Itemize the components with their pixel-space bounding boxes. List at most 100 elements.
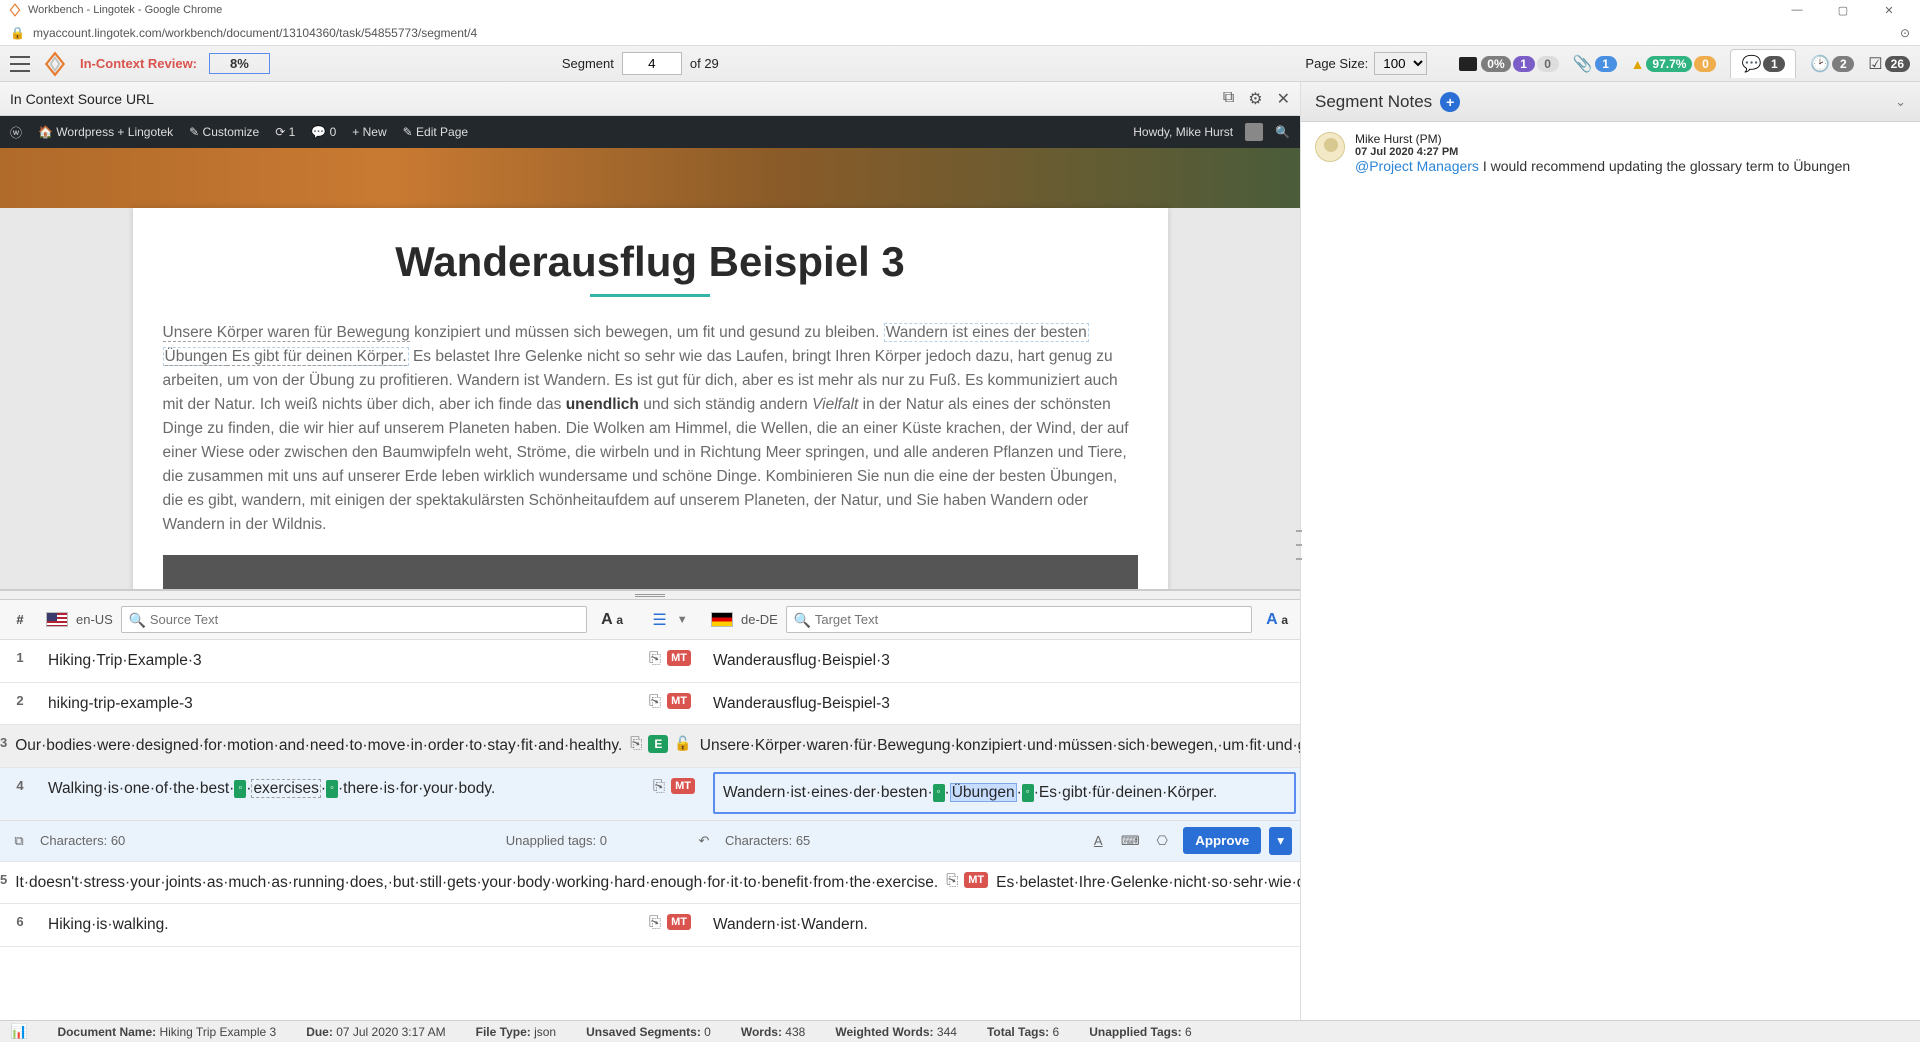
wp-search-icon[interactable]: 🔍 bbox=[1275, 125, 1290, 139]
mt-badge: MT bbox=[667, 914, 691, 930]
in-context-preview[interactable]: ⓦ 🏠 Wordpress + Lingotek ✎ Customize ⟳ 1… bbox=[0, 116, 1300, 590]
target-cell[interactable]: Unsere·Körper·waren·für·Bewegung·konzipi… bbox=[692, 725, 1300, 767]
undo-icon[interactable]: ↶ bbox=[693, 830, 715, 852]
wp-avatar[interactable] bbox=[1245, 123, 1263, 141]
notes-title: Segment Notes bbox=[1315, 92, 1432, 112]
wp-admin-bar: ⓦ 🏠 Wordpress + Lingotek ✎ Customize ⟳ 1… bbox=[0, 116, 1300, 148]
source-locale: en-US bbox=[76, 612, 113, 627]
tm-icon[interactable]: ⎘ bbox=[946, 872, 958, 889]
segments-grid[interactable]: 1 Hiking·Trip·Example·3 ⎘MT Wanderausflu… bbox=[0, 640, 1300, 1020]
body-paragraph: Unsere Körper waren für Bewegung konzipi… bbox=[163, 321, 1138, 537]
segment-number-input[interactable] bbox=[622, 52, 682, 75]
gear-icon[interactable]: ⚙ bbox=[1248, 89, 1262, 109]
wp-edit-page[interactable]: ✎ Edit Page bbox=[403, 125, 468, 139]
open-external-icon[interactable]: ⧉ bbox=[1223, 89, 1234, 109]
tags-icon[interactable]: ⎔ bbox=[1151, 830, 1173, 852]
segment-row[interactable]: 5 It·doesn't·stress·your·joints·as·much·… bbox=[0, 862, 1300, 905]
wp-logo-icon[interactable]: ⓦ bbox=[10, 124, 22, 141]
wp-site-name[interactable]: 🏠 Wordpress + Lingotek bbox=[38, 125, 173, 139]
url-text[interactable]: myaccount.lingotek.com/workbench/documen… bbox=[33, 26, 1900, 40]
tm-icon[interactable]: ⎘ bbox=[630, 735, 642, 752]
note-item[interactable]: Mike Hurst (PM) 07 Jul 2020 4:27 PM @Pro… bbox=[1301, 122, 1920, 184]
segment-row-active[interactable]: 4 Walking·is·one·of·the·best·◦·exercises… bbox=[0, 768, 1300, 862]
close-context-icon[interactable]: ✕ bbox=[1277, 89, 1290, 109]
target-cell[interactable]: Wanderausflug-Beispiel-3 bbox=[705, 683, 1300, 725]
menu-button[interactable] bbox=[10, 56, 30, 72]
camera-icon bbox=[1459, 57, 1477, 71]
page-size-select[interactable]: 100 bbox=[1374, 52, 1427, 75]
column-number-header[interactable]: # bbox=[0, 612, 40, 627]
wp-new[interactable]: + New bbox=[352, 125, 386, 139]
source-search-input[interactable] bbox=[121, 606, 587, 633]
mt-badge: MT bbox=[667, 650, 691, 666]
stats-icon[interactable]: 📊 bbox=[10, 1023, 27, 1040]
target-cell[interactable]: Wandern·ist·Wandern. bbox=[705, 904, 1300, 946]
add-note-button[interactable]: + bbox=[1440, 92, 1460, 112]
tag-open-icon[interactable]: ◦ bbox=[234, 780, 246, 797]
format-icon[interactable]: A bbox=[1087, 830, 1109, 852]
tm-icon[interactable]: ⎘ bbox=[649, 914, 661, 931]
target-editor[interactable]: Wandern·ist·eines·der·besten·◦·Übungen·◦… bbox=[713, 772, 1296, 814]
tag-close-icon[interactable]: ◦ bbox=[1022, 784, 1034, 801]
lingotek-logo-icon[interactable] bbox=[42, 51, 68, 77]
chat-icon: 💬 bbox=[1741, 54, 1761, 74]
maximize-button[interactable]: ▢ bbox=[1820, 0, 1866, 20]
filter-icon[interactable]: ☰ bbox=[652, 610, 666, 630]
tag-close-icon[interactable]: ◦ bbox=[326, 780, 338, 797]
segment-total: of 29 bbox=[690, 56, 719, 71]
keyboard-icon[interactable]: ⌨ bbox=[1119, 830, 1141, 852]
approved-pill[interactable]: ☑ 26 bbox=[1868, 54, 1910, 74]
segment-row[interactable]: 1 Hiking·Trip·Example·3 ⎘MT Wanderausflu… bbox=[0, 640, 1300, 683]
target-search-input[interactable] bbox=[786, 606, 1252, 633]
note-timestamp: 07 Jul 2020 4:27 PM bbox=[1355, 146, 1906, 158]
attachments-pill[interactable]: 📎 1 bbox=[1573, 54, 1617, 74]
segment-row[interactable]: 6 Hiking·is·walking. ⎘MT Wandern·ist·Wan… bbox=[0, 904, 1300, 947]
vertical-splitter[interactable] bbox=[1296, 530, 1302, 560]
tm-icon[interactable]: ⎘ bbox=[649, 693, 661, 710]
segment-row-locked[interactable]: 3 Our·bodies·were·designed·for·motion·an… bbox=[0, 725, 1300, 768]
approve-dropdown[interactable]: ▾ bbox=[1269, 827, 1292, 855]
target-cell[interactable]: Wanderausflug·Beispiel·3 bbox=[705, 640, 1300, 682]
notes-panel: Segment Notes + ⌄ Mike Hurst (PM) 07 Jul… bbox=[1300, 82, 1920, 1020]
tm-icon[interactable]: ⎘ bbox=[649, 650, 661, 667]
history-pill[interactable]: 🕑 2 bbox=[1810, 54, 1854, 74]
content-image bbox=[163, 555, 1138, 590]
browser-addressbar: 🔒 myaccount.lingotek.com/workbench/docum… bbox=[0, 20, 1920, 46]
lock-icon: 🔒 bbox=[10, 26, 25, 40]
target-cell[interactable]: Es·belastet·Ihre·Gelenke·nicht·so·sehr·w… bbox=[988, 862, 1300, 904]
page-content: Wanderausflug Beispiel 3 Unsere Körper w… bbox=[133, 208, 1168, 590]
app-toolbar: In-Context Review: 8% Segment of 29 Page… bbox=[0, 46, 1920, 82]
collapse-icon[interactable]: ⌄ bbox=[1895, 94, 1906, 110]
flag-de-icon bbox=[711, 612, 733, 627]
search-icon: 🔍 bbox=[794, 612, 811, 629]
wp-customize[interactable]: ✎ Customize bbox=[189, 125, 259, 139]
horizontal-splitter[interactable] bbox=[0, 590, 1300, 600]
source-case-toggle[interactable]: A a bbox=[601, 611, 623, 629]
wp-howdy[interactable]: Howdy, Mike Hurst bbox=[1133, 125, 1233, 139]
mt-badge: MT bbox=[964, 872, 988, 888]
page-settings-icon[interactable]: ⊙ bbox=[1900, 26, 1910, 40]
notes-pill[interactable]: 💬 1 bbox=[1730, 49, 1796, 78]
wp-comments[interactable]: 💬 0 bbox=[311, 125, 336, 139]
tm-icon[interactable]: ⎘ bbox=[653, 778, 665, 795]
copy-source-icon[interactable]: ⧉ bbox=[8, 830, 30, 852]
close-button[interactable]: ✕ bbox=[1866, 0, 1912, 20]
target-case-toggle[interactable]: A a bbox=[1266, 611, 1288, 629]
window-title: Workbench - Lingotek - Google Chrome bbox=[28, 4, 222, 16]
search-icon: 🔍 bbox=[129, 612, 146, 629]
context-title: In Context Source URL bbox=[10, 91, 154, 107]
review-phase-label: In-Context Review: bbox=[80, 56, 197, 71]
heading-underline bbox=[590, 294, 710, 297]
qa-pill[interactable]: ▲ 97.7% 0 bbox=[1631, 56, 1717, 72]
review-percent[interactable]: 8% bbox=[209, 53, 270, 74]
wp-updates[interactable]: ⟳ 1 bbox=[275, 125, 295, 139]
lock-icon: 🔓 bbox=[674, 735, 691, 752]
approve-button[interactable]: Approve bbox=[1183, 827, 1261, 854]
segment-row[interactable]: 2 hiking-trip-example-3 ⎘MT Wanderausflu… bbox=[0, 683, 1300, 726]
tm-leverage-pill[interactable]: 0% 1 0 bbox=[1459, 56, 1558, 72]
filter-dropdown-icon[interactable]: ▼ bbox=[677, 614, 688, 626]
tag-open-icon[interactable]: ◦ bbox=[933, 784, 945, 801]
status-bar: 📊 Document Name: Hiking Trip Example 3 D… bbox=[0, 1020, 1920, 1042]
clock-icon: 🕑 bbox=[1810, 54, 1830, 74]
minimize-button[interactable]: — bbox=[1774, 0, 1820, 20]
